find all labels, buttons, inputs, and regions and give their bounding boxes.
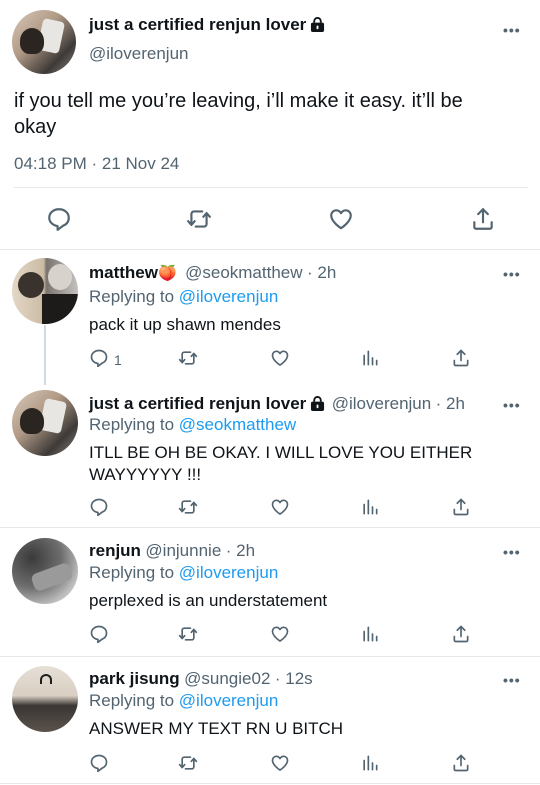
tweet-text: if you tell me you’re leaving, i’ll make… bbox=[14, 88, 534, 140]
retweet-icon[interactable] bbox=[186, 206, 212, 232]
lock-icon bbox=[310, 396, 325, 416]
handle[interactable]: @iloverenjun bbox=[89, 44, 188, 64]
view-stats-icon[interactable] bbox=[360, 497, 380, 517]
replying-to-label: Replying to bbox=[89, 691, 175, 710]
reply-text-line: WAYYYYYY !!! bbox=[89, 465, 202, 484]
reply-time[interactable]: · 2h bbox=[307, 263, 336, 282]
like-icon[interactable] bbox=[270, 753, 290, 773]
retweet-icon[interactable] bbox=[178, 497, 198, 517]
retweet-icon[interactable] bbox=[178, 348, 198, 368]
divider bbox=[0, 527, 540, 528]
more-options-icon[interactable]: ••• bbox=[503, 672, 521, 688]
reply-icon[interactable] bbox=[89, 753, 109, 773]
display-name[interactable]: just a certified renjun lover bbox=[89, 15, 325, 37]
handle[interactable]: @injunnie bbox=[145, 541, 221, 560]
tweet-text-line: okay bbox=[14, 116, 57, 138]
more-options-icon[interactable]: ••• bbox=[503, 397, 521, 413]
avatar[interactable] bbox=[12, 10, 76, 74]
thread-line bbox=[44, 325, 46, 385]
replying-to-label: Replying to bbox=[89, 415, 175, 434]
reply-header: matthew🍑 @seokmatthew · 2h bbox=[89, 263, 336, 283]
lock-icon bbox=[310, 17, 325, 37]
avatar[interactable] bbox=[12, 666, 78, 732]
tweet-text-line: if you tell me you’re leaving, i’ll make… bbox=[14, 90, 463, 112]
reply-header: park jisung @sungie02 · 12s bbox=[89, 669, 313, 689]
reply-icon[interactable] bbox=[89, 624, 109, 644]
handle[interactable]: @iloverenjun bbox=[332, 394, 431, 413]
replying-to: Replying to @iloverenjun bbox=[89, 691, 278, 711]
replying-to-link[interactable]: @iloverenjun bbox=[179, 691, 278, 710]
view-stats-icon[interactable] bbox=[360, 348, 380, 368]
divider bbox=[0, 249, 540, 250]
view-stats-icon[interactable] bbox=[360, 753, 380, 773]
more-options-icon[interactable]: ••• bbox=[503, 544, 521, 560]
view-stats-icon[interactable] bbox=[360, 624, 380, 644]
more-options-icon[interactable]: ••• bbox=[503, 266, 521, 282]
replying-to: Replying to @iloverenjun bbox=[89, 563, 278, 583]
reply-icon[interactable] bbox=[89, 348, 109, 368]
like-icon[interactable] bbox=[328, 206, 354, 232]
display-name[interactable]: matthew bbox=[89, 263, 158, 282]
handle[interactable]: @sungie02 bbox=[184, 669, 270, 688]
reply-count: 1 bbox=[114, 352, 122, 368]
avatar[interactable] bbox=[12, 258, 78, 324]
share-icon[interactable] bbox=[451, 624, 471, 644]
replying-to-label: Replying to bbox=[89, 563, 175, 582]
retweet-icon[interactable] bbox=[178, 624, 198, 644]
reply-text: ANSWER MY TEXT RN U BITCH bbox=[89, 719, 344, 738]
share-icon[interactable] bbox=[470, 206, 496, 232]
display-name-text: just a certified renjun lover bbox=[89, 15, 307, 34]
replying-to: Replying to @iloverenjun bbox=[89, 287, 278, 307]
share-icon[interactable] bbox=[451, 497, 471, 517]
avatar[interactable] bbox=[12, 538, 78, 604]
divider bbox=[0, 783, 540, 784]
replying-to-link[interactable]: @iloverenjun bbox=[179, 287, 278, 306]
more-options-icon[interactable]: ••• bbox=[503, 22, 521, 38]
replying-to-link[interactable]: @iloverenjun bbox=[179, 563, 278, 582]
share-icon[interactable] bbox=[451, 753, 471, 773]
avatar[interactable] bbox=[12, 390, 78, 456]
display-name[interactable]: park jisung bbox=[89, 669, 180, 688]
replying-to-label: Replying to bbox=[89, 287, 175, 306]
reply-text: ITLL BE OH BE OKAY. I WILL LOVE YOU EITH… bbox=[89, 442, 472, 486]
display-name[interactable]: renjun bbox=[89, 541, 141, 560]
like-icon[interactable] bbox=[270, 348, 290, 368]
reply-time[interactable]: · 12s bbox=[275, 669, 313, 688]
display-name[interactable]: just a certified renjun lover bbox=[89, 394, 306, 413]
like-icon[interactable] bbox=[270, 497, 290, 517]
divider bbox=[14, 187, 528, 188]
reply-time[interactable]: · 2h bbox=[436, 394, 465, 413]
handle[interactable]: @seokmatthew bbox=[185, 263, 302, 282]
retweet-icon[interactable] bbox=[178, 753, 198, 773]
reply-icon[interactable] bbox=[89, 497, 109, 517]
reply-text-line: ITLL BE OH BE OKAY. I WILL LOVE YOU EITH… bbox=[89, 443, 473, 462]
reply-header: renjun @injunnie · 2h bbox=[89, 541, 255, 561]
peach-emoji: 🍑 bbox=[157, 265, 177, 282]
reply-text: pack it up shawn mendes bbox=[89, 315, 281, 334]
reply-time[interactable]: · 2h bbox=[226, 541, 255, 560]
reply-text: perplexed is an understatement bbox=[89, 591, 328, 610]
replying-to: Replying to @seokmatthew bbox=[89, 415, 296, 435]
divider bbox=[0, 656, 540, 657]
replying-to-link[interactable]: @seokmatthew bbox=[179, 415, 296, 434]
reply-header: just a certified renjun lover @iloverenj… bbox=[89, 394, 465, 416]
reply-icon[interactable] bbox=[46, 206, 72, 232]
like-icon[interactable] bbox=[270, 624, 290, 644]
tweet-timestamp[interactable]: 04:18 PM · 21 Nov 24 bbox=[14, 154, 179, 174]
share-icon[interactable] bbox=[451, 348, 471, 368]
